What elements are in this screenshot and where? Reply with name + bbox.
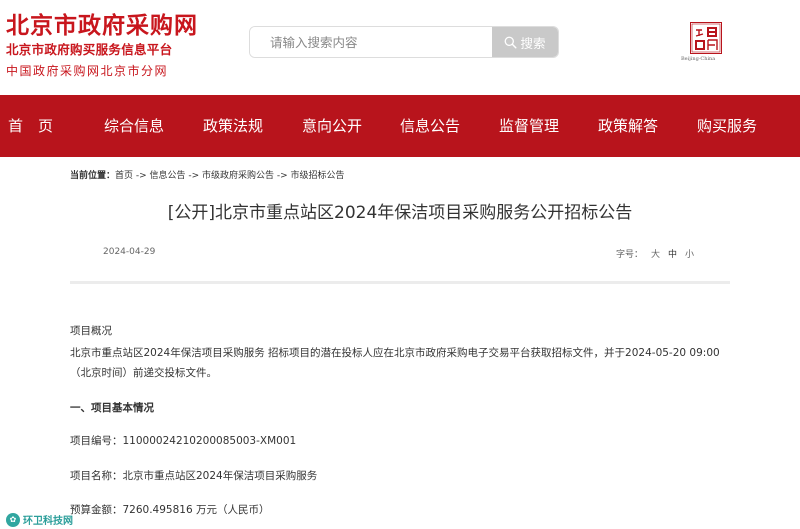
- site-logo-subtitle2: 中国政府采购网北京市分网: [6, 64, 169, 78]
- breadcrumb-path[interactable]: 首页 -> 信息公告 -> 市级政府采购公告 -> 市级招标公告: [115, 171, 345, 181]
- site-header: 北京市政府采购网 北京市政府购买服务信息平台 中国政府采购网北京市分网 搜索 B…: [0, 0, 800, 95]
- font-size-large[interactable]: 大: [651, 250, 660, 260]
- overview-heading: 项目概况: [70, 325, 112, 337]
- breadcrumb: 当前位置：首页 -> 信息公告 -> 市级政府采购公告 -> 市级招标公告: [70, 168, 345, 181]
- nav-item-policy-qa[interactable]: 政策解答: [598, 115, 658, 136]
- nav-item-announcements[interactable]: 信息公告: [400, 115, 460, 136]
- font-size-label: 字号：: [616, 250, 644, 260]
- nav-item-general-info[interactable]: 综合信息: [104, 115, 164, 136]
- watermark: ✿ 环卫科技网: [6, 512, 73, 527]
- project-name: 项目名称：北京市重点站区2024年保洁项目采购服务: [70, 470, 318, 482]
- search-icon: [505, 36, 517, 49]
- project-budget: 预算金额：7260.495816 万元（人民币）: [70, 504, 270, 516]
- article-title: [公开]北京市重点站区2024年保洁项目采购服务公开招标公告: [167, 203, 633, 223]
- watermark-text: 环卫科技网: [23, 516, 73, 527]
- project-number: 项目编号：11000024210200085003-XM001: [70, 435, 297, 447]
- section1-heading: 一、项目基本情况: [70, 402, 154, 414]
- site-logo-title[interactable]: 北京市政府采购网: [6, 6, 198, 40]
- main-nav: 首 页 综合信息 政策法规 意向公开 信息公告 监督管理 政策解答 购买服务: [0, 95, 800, 157]
- overview-text: 北京市重点站区2024年保洁项目采购服务 招标项目的潜在投标人应在北京市政府采购…: [70, 347, 720, 379]
- nav-item-supervision[interactable]: 监督管理: [499, 115, 559, 136]
- site-logo-subtitle: 北京市政府购买服务信息平台: [6, 42, 173, 57]
- breadcrumb-label: 当前位置：: [70, 171, 116, 181]
- nav-item-intent-disclosure[interactable]: 意向公开: [302, 115, 362, 136]
- font-size-small[interactable]: 小: [685, 250, 694, 260]
- search-button-label: 搜索: [520, 35, 546, 51]
- watermark-logo-icon: ✿: [6, 512, 20, 527]
- nav-item-home[interactable]: 首 页: [8, 115, 53, 136]
- nav-item-policies[interactable]: 政策法规: [203, 115, 263, 136]
- font-size-medium[interactable]: 中: [668, 250, 677, 260]
- seal-caption: Beijing·China: [681, 56, 716, 62]
- publish-date: 2024-04-29: [103, 247, 156, 257]
- search-input[interactable]: [250, 27, 495, 57]
- nav-item-purchase-services[interactable]: 购买服务: [697, 115, 757, 136]
- capital-seal-icon: [690, 22, 722, 54]
- title-divider: [70, 281, 730, 284]
- font-size-control: 字号： 大中小: [616, 247, 694, 260]
- search-button[interactable]: 搜索: [492, 27, 558, 57]
- search-box: 搜索: [249, 26, 559, 58]
